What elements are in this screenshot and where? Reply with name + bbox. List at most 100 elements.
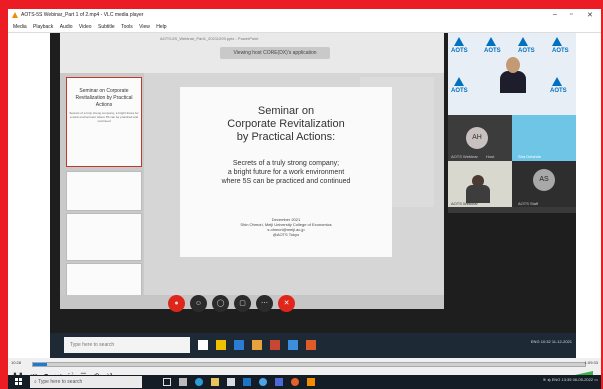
menu-help[interactable]: Help — [156, 24, 166, 30]
tray-date: 06-05-2022 — [572, 377, 594, 382]
vlc-cone-icon — [12, 12, 18, 18]
notification-icon[interactable]: ▭ — [594, 377, 598, 382]
cortana-icon[interactable] — [163, 378, 171, 386]
speaker-person — [500, 57, 526, 93]
remote-search-box: Type here to search — [64, 337, 190, 353]
wifi-icon[interactable]: ≋ — [543, 377, 546, 382]
edge-icon[interactable] — [195, 378, 203, 386]
app-icon[interactable] — [275, 378, 283, 386]
search-icon: ⌕ — [34, 379, 37, 385]
tile-label: Sha Delahde — [518, 154, 542, 159]
chrome-icon[interactable] — [259, 378, 267, 386]
windows-taskbar: ⌕ Type here to search ≋ ◂) ENG 13:35 06-… — [8, 375, 601, 389]
menu-view[interactable]: View — [139, 24, 150, 30]
firefox-icon — [306, 340, 316, 350]
people-icon[interactable]: ☺ — [190, 295, 207, 312]
windows-start-icon[interactable] — [15, 378, 22, 385]
aots-logo-text: AOTS — [552, 48, 569, 54]
slide-footer: December 2021 Shin Ohmori, Meiji Univers… — [180, 217, 392, 237]
taskbar-search-box[interactable]: ⌕ Type here to search — [30, 376, 142, 388]
avatar-as: AS — [533, 169, 555, 191]
remote-tray: ENG 10:32 11-12-2021 — [531, 339, 572, 344]
slide-thumbnails: Seminar on Corporate Revitalization by P… — [60, 73, 144, 309]
aots-logo-icon — [454, 77, 464, 86]
vlc-taskbar-icon[interactable] — [307, 378, 315, 386]
system-tray: ≋ ◂) ENG 13:35 06-05-2022 ▭ — [543, 377, 598, 382]
slide-subtitle-line-2: a bright future for a work environment — [227, 169, 345, 176]
menu-audio[interactable]: Audio — [60, 24, 73, 30]
mic-icon[interactable]: ● — [168, 295, 185, 312]
avatar-ah: AH — [466, 127, 488, 149]
tile-label: AOTS Webinar — [451, 201, 478, 206]
remote-lang: ENG — [530, 339, 540, 344]
search-placeholder: Type here to search — [38, 379, 83, 385]
aots-logo-icon — [518, 37, 528, 46]
vlc-title: AOTS-5S Webinar_Part 1 of 2.mp4 - VLC me… — [21, 12, 144, 18]
sharing-banner: Viewing host CORE(DX)'s application — [220, 47, 330, 59]
task-view-icon — [198, 340, 208, 350]
slide-canvas: Seminar on Corporate Revitalization by P… — [180, 87, 392, 257]
close-icon[interactable]: ✕ — [587, 11, 593, 19]
vlc-window: AOTS-5S Webinar_Part 1 of 2.mp4 - VLC me… — [8, 9, 601, 385]
aots-logo-text: AOTS — [451, 48, 468, 54]
menu-video[interactable]: Video — [79, 24, 92, 30]
thumbnail-title: Seminar on Corporate Revitalization by P… — [75, 88, 133, 108]
file-explorer-icon[interactable] — [211, 378, 219, 386]
tray-lang: ENG — [551, 377, 561, 382]
video-frame[interactable]: AOTS-5S_Webinar_Part1_20211209.pptx - Po… — [50, 33, 576, 358]
menu-tools[interactable]: Tools — [121, 24, 133, 30]
menu-playback[interactable]: Playback — [33, 24, 53, 30]
aots-logo-icon — [486, 37, 496, 46]
slide-title-line-2: Corporate Revitalization — [227, 118, 345, 130]
slide-title-line-1: Seminar on — [257, 105, 315, 117]
aots-logo-text: AOTS — [484, 48, 501, 54]
explorer-icon — [252, 340, 262, 350]
slide-subtitle-line-3: where 5S can be practiced and continued — [221, 178, 351, 185]
volume-icon[interactable]: ◂) — [547, 377, 550, 382]
thumbnail-3 — [66, 213, 142, 261]
thumbnail-1: Seminar on Corporate Revitalization by P… — [66, 77, 142, 167]
aots-logo-text: AOTS — [518, 48, 535, 54]
task-view-icon[interactable] — [179, 378, 187, 386]
ppt-title: AOTS-5S_Webinar_Part1_20211209.pptx - Po… — [160, 36, 259, 41]
thumbnail-subtitle: Secrets of a truly strong company; a bri… — [69, 111, 139, 123]
aots-logo-icon — [454, 37, 464, 46]
end-call-icon[interactable]: ✕ — [278, 295, 295, 312]
slide-subtitle: Secrets of a truly strong company; a bri… — [180, 159, 392, 186]
slide-subtitle-line-1: Secrets of a truly strong company; — [232, 160, 340, 167]
store-icon[interactable] — [227, 378, 235, 386]
minimize-icon[interactable]: – — [553, 11, 557, 18]
aots-logo-icon — [552, 77, 562, 86]
tray-clock: 13:35 — [561, 377, 572, 382]
powerpoint-icon — [270, 340, 280, 350]
seek-bar[interactable] — [32, 362, 586, 367]
tile-label: AOTS Staff — [518, 201, 539, 206]
maximize-icon[interactable]: ▫ — [570, 11, 572, 18]
vlc-titlebar: AOTS-5S Webinar_Part 1 of 2.mp4 - VLC me… — [8, 9, 601, 22]
thumbnail-2 — [66, 171, 142, 211]
firefox-icon[interactable] — [291, 378, 299, 386]
menu-media[interactable]: Media — [13, 24, 27, 30]
tile-label: Host — [486, 154, 495, 159]
time-elapsed: 10:28 — [11, 360, 22, 365]
tile-label: AOTS Webinar — [451, 154, 478, 159]
speaker-head — [506, 57, 520, 73]
folder-icon — [216, 340, 226, 350]
menu-subtitle[interactable]: Subtitle — [98, 24, 115, 30]
app-icon — [288, 340, 298, 350]
aots-logo-text: AOTS — [550, 88, 567, 94]
ppt-ribbon: AOTS-5S_Webinar_Part1_20211209.pptx - Po… — [60, 33, 444, 73]
chat-icon[interactable]: ◯ — [212, 295, 229, 312]
aots-logo-icon — [552, 37, 562, 46]
mail-icon[interactable] — [243, 378, 251, 386]
remote-taskbar: Type here to search ENG 10:32 11-12-2021 — [50, 333, 576, 358]
shared-screen: AOTS-5S_Webinar_Part1_20211209.pptx - Po… — [60, 33, 444, 309]
edge-icon — [234, 340, 244, 350]
remote-date: 11-12-2021 — [551, 339, 572, 344]
share-icon[interactable]: ▢ — [234, 295, 251, 312]
speaker-video-tile: AOTS AOTS AOTS AOTS AOTS AOTS — [448, 33, 576, 115]
remote-clock: 10:32 — [540, 339, 551, 344]
participants-panel: AOTS AOTS AOTS AOTS AOTS AOTS AH AOTS We… — [448, 33, 576, 213]
time-total: 1:09:33 — [584, 360, 598, 365]
more-icon[interactable]: ⋯ — [256, 295, 273, 312]
